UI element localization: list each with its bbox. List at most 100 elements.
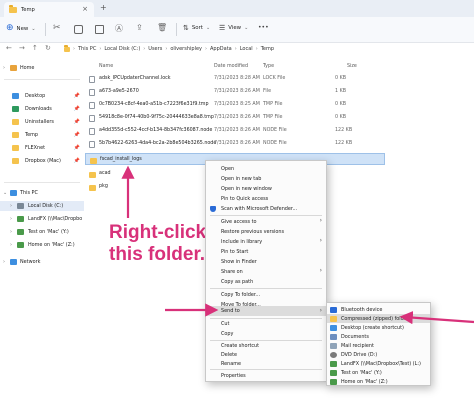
back-icon[interactable]: ← [6,44,12,52]
submenu-item-landfx[interactable]: LandFX (\\Mac\Dropbox\Test) (L:) [327,359,430,368]
menu-item-show-finder[interactable]: Show in Finder [206,257,326,266]
copy-icon[interactable] [74,25,83,34]
sidebar-item-home[interactable]: › Home [0,63,84,73]
submenu-item-compressed-folder[interactable]: Compressed (zipped) folder [327,314,430,323]
submenu-item-home-z[interactable]: Home on 'Mac' (Z:) [327,377,430,386]
menu-separator [210,369,322,370]
menu-item-cut[interactable]: Cut [206,319,326,328]
sidebar-item-label: LandFX (\\Mac\Dropbo [28,216,83,222]
view-button[interactable]: ☰ View ⌄ [219,24,248,32]
chevron-down-icon: ⌄ [205,25,211,31]
more-options-button[interactable]: ••• [258,24,269,31]
column-header-size[interactable]: Size [347,64,357,69]
sidebar-item-network[interactable]: › Network [0,257,84,267]
table-row[interactable]: a673-a9e5-2670 7/31/2023 8:26 AM File 1 … [85,86,385,98]
chevron-right-icon[interactable]: › [3,65,5,71]
submenu-item-bluetooth[interactable]: Bluetooth device [327,305,430,314]
rename-icon[interactable]: Ⓐ [115,23,123,34]
pin-icon: 📌 [73,93,80,99]
submenu-item-test-y[interactable]: Test on 'Mac' (Y:) [327,368,430,377]
breadcrumb[interactable]: › This PC › Local Disk (C:) › Users › ol… [64,45,274,52]
column-header-type[interactable]: Type [263,64,274,69]
file-type: TMP File [263,115,283,120]
column-header-name[interactable]: Name [99,64,113,69]
sort-button[interactable]: ⇅ Sort ⌄ [183,24,210,32]
menu-item-pin-quick-access[interactable]: Pin to Quick access [206,194,326,203]
file-date: 7/31/2023 8:26 AM [214,89,260,94]
forward-icon[interactable]: → [19,44,25,52]
menu-item-give-access[interactable]: Give access to › [206,217,326,226]
menu-item-create-shortcut[interactable]: Create shortcut [206,341,326,350]
sidebar-item-test-y[interactable]: › Test on 'Mac' (Y:) [0,227,84,237]
breadcrumb-item[interactable]: Temp [261,46,274,52]
chevron-right-icon[interactable]: › [10,229,12,235]
menu-item-label: Include in library [221,238,263,245]
menu-item-properties[interactable]: Properties [206,371,326,380]
chevron-right-icon[interactable]: › [10,216,12,222]
breadcrumb-item[interactable]: olivershipley [170,46,202,52]
column-header-date[interactable]: Date modified [214,64,248,69]
sidebar-item-dropbox[interactable]: Dropbox (Mac) 📌 [0,156,84,166]
breadcrumb-separator: › [99,46,102,52]
menu-item-include-library[interactable]: Include in library › [206,237,326,246]
menu-item-pin-start[interactable]: Pin to Start [206,247,326,256]
cut-icon[interactable]: ✂ [53,23,61,33]
chevron-right-icon: › [319,267,322,274]
sidebar-item-temp[interactable]: Temp 📌 [0,130,84,140]
chevron-right-icon[interactable]: › [10,242,12,248]
table-row[interactable]: 54918c8e-0f74-40b0-9f75c-20444633e8a8.tm… [85,112,385,124]
menu-item-open-new-window[interactable]: Open in new window [206,184,326,193]
share-icon[interactable]: ⇪ [136,23,143,32]
menu-item-restore-versions[interactable]: Restore previous versions [206,227,326,236]
submenu-item-documents[interactable]: Documents [327,332,430,341]
submenu-item-desktop-shortcut[interactable]: Desktop (create shortcut) [327,323,430,332]
chevron-down-icon[interactable]: ⌄ [3,190,7,196]
sidebar-item-local-disk[interactable]: › Local Disk (C:) [0,201,84,211]
breadcrumb-item[interactable]: This PC [78,46,96,52]
tab-temp[interactable]: Temp × [4,2,94,17]
sidebar-item-home-z[interactable]: › Home on 'Mac' (Z:) [0,240,84,250]
menu-item-copy-to-folder[interactable]: Copy To folder... [206,290,326,299]
sidebar-item-downloads[interactable]: Downloads 📌 [0,104,84,114]
breadcrumb-item[interactable]: Users [148,46,162,52]
sidebar-item-uninstallers[interactable]: Uninstallers 📌 [0,117,84,127]
menu-item-copy-path[interactable]: Copy as path [206,277,326,286]
table-row[interactable]: 0c7B0234-c8cf-4ea0-a51b-c7223f6e31f9.tmp… [85,99,385,111]
breadcrumb-item[interactable]: AppData [210,46,232,52]
folder-icon [64,45,70,52]
menu-item-share-on[interactable]: Share on › [206,267,326,276]
submenu-item-mail-recipient[interactable]: Mail recipient [327,341,430,350]
menu-item-send-to[interactable]: Send to › [206,306,326,316]
menu-item-label: Copy as path [221,278,254,285]
chevron-right-icon[interactable]: › [10,203,12,209]
sidebar-item-desktop[interactable]: Desktop 📌 [0,91,84,101]
pc-icon [10,190,17,196]
table-row[interactable]: 5b7b4622-6263-4da4-bc2a-2b8e504b3265.nod… [85,138,385,150]
new-button[interactable]: ⊕ New ⌄ [6,24,36,33]
menu-item-copy[interactable]: Copy [206,329,326,338]
up-icon[interactable]: ↑ [32,44,38,52]
menu-item-scan-defender[interactable]: Scan with Microsoft Defender... [206,204,326,213]
delete-icon[interactable]: 🗑 [157,23,167,32]
submenu-item-label: Documents [341,333,369,340]
menu-item-open-new-tab[interactable]: Open in new tab [206,174,326,183]
refresh-icon[interactable]: ↻ [45,44,51,52]
menu-item-label: Restore previous versions [221,228,285,235]
chevron-right-icon[interactable]: › [3,259,5,265]
sidebar-item-label: FLEXnet [25,145,46,151]
sidebar-item-flexnet[interactable]: FLEXnet 📌 [0,143,84,153]
close-tab-icon[interactable]: × [82,5,88,13]
menu-item-open[interactable]: Open [206,164,326,173]
file-size: 1 KB [335,89,347,94]
table-row[interactable]: a4dd355d-c552-4ccf-b134-8b347fc36087.nod… [85,125,385,137]
menu-item-rename[interactable]: Rename [206,359,326,368]
submenu-item-dvd-drive[interactable]: DVD Drive (D:) [327,350,430,359]
new-tab-button[interactable]: + [100,3,107,12]
menu-item-delete[interactable]: Delete [206,350,326,359]
paste-icon[interactable] [95,25,104,34]
table-row[interactable]: adsk_IPCUpdaterChannel.lock 7/31/2023 8:… [85,73,385,85]
sidebar-item-landfx[interactable]: › LandFX (\\Mac\Dropbo [0,214,84,224]
breadcrumb-item[interactable]: Local [240,46,253,52]
breadcrumb-item[interactable]: Local Disk (C:) [104,46,140,52]
sidebar-item-this-pc[interactable]: ⌄ This PC [0,188,84,198]
